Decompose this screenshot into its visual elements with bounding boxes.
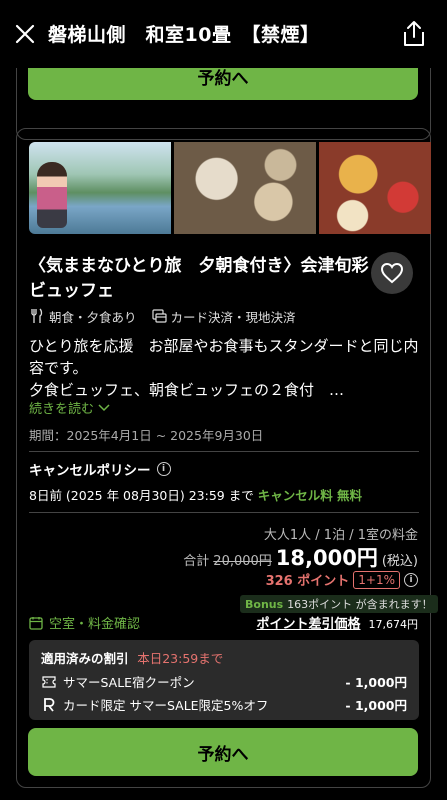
discount-row: サマーSALE宿クーポン - 1,000円 xyxy=(41,672,407,691)
bonus-label: Bonus xyxy=(245,597,284,611)
description-line-1: ひとり旅を応援 お部屋やお食事もスタンダードと同じ内容です。 xyxy=(29,337,419,377)
reserve-button[interactable]: 予約へ xyxy=(28,728,418,776)
divider xyxy=(29,512,419,513)
price-row: 合計 20,000円 18,000円 (税込) xyxy=(183,542,418,572)
discount-heading: 適用済みの割引 本日23:59まで xyxy=(41,648,223,667)
calendar-icon xyxy=(29,616,43,630)
discount-row: カード限定 サマーSALE限定5%オフ - 1,000円 xyxy=(41,695,407,714)
r-card-icon xyxy=(41,697,57,712)
chevron-down-icon xyxy=(98,403,110,411)
favorite-button[interactable] xyxy=(371,252,413,294)
photo-buffet-desserts[interactable] xyxy=(319,142,431,234)
person-figure xyxy=(37,162,67,228)
discount-label: カード限定 サマーSALE限定5%オフ xyxy=(63,698,269,713)
cancel-policy-text: 8日前 (2025 年 08月30日) 23:59 まで キャンセル料 無料 xyxy=(29,485,362,504)
read-more-label: 続きを読む xyxy=(29,402,95,417)
plan-description: ひとり旅を応援 お部屋やお食事もスタンダードと同じ内容です。 夕食ビュッフェ、朝… xyxy=(29,335,424,401)
point-deducted-value: 17,674円 xyxy=(368,618,419,631)
heart-icon xyxy=(380,262,404,284)
cancel-policy-title[interactable]: キャンセルポリシー i xyxy=(29,459,171,479)
plan-meta: 朝食・夕食あり カード決済・現地決済 xyxy=(29,306,296,326)
points-row: 326 ポイント 1+1% i xyxy=(266,570,418,589)
page-title: 磐梯山側 和室10畳 【禁煙】 xyxy=(48,24,320,46)
divider xyxy=(29,451,419,452)
payment-label: カード決済・現地決済 xyxy=(170,309,296,325)
coupon-icon xyxy=(41,675,57,688)
meal-label: 朝食・夕食あり xyxy=(49,309,137,325)
cancel-free-label: キャンセル料 無料 xyxy=(257,488,363,503)
discount-amount: - 1,000円 xyxy=(345,675,407,690)
plan-photo-gallery[interactable] xyxy=(29,142,431,234)
point-deducted-label[interactable]: ポイント差引価格 xyxy=(256,613,360,632)
info-icon[interactable]: i xyxy=(404,572,418,587)
points-rate-badge: 1+1% xyxy=(353,570,400,589)
price: 18,000円 xyxy=(275,546,378,570)
plan-period: 期間：2025年4月1日 ~ 2025年9月30日 xyxy=(29,428,264,443)
guest-summary: 大人1人 / 1泊 / 1室の料金 xyxy=(263,528,418,543)
points-value: 326 ポイント xyxy=(265,574,350,589)
discount-deadline: 本日23:59まで xyxy=(137,651,224,666)
tax-label: (税込) xyxy=(381,554,418,569)
info-icon[interactable]: i xyxy=(156,462,171,476)
availability-link[interactable]: 空室・料金確認 xyxy=(29,613,140,632)
bonus-text: 163ポイント が含まれます！ xyxy=(287,598,433,611)
original-price: 20,000円 xyxy=(213,554,272,569)
point-deducted-price: ポイント差引価格 17,674円 xyxy=(256,613,418,632)
discount-amount: - 1,000円 xyxy=(345,698,407,713)
applied-discounts-box: 適用済みの割引 本日23:59まで サマーSALE宿クーポン - 1,000円 … xyxy=(29,640,419,720)
photo-buffet-dishes[interactable] xyxy=(174,142,316,234)
availability-label: 空室・料金確認 xyxy=(49,617,141,632)
discount-heading-label: 適用済みの割引 xyxy=(41,651,129,666)
total-label: 合計 xyxy=(183,554,210,569)
share-icon[interactable] xyxy=(401,20,427,48)
app-header: 磐梯山側 和室10畳 【禁煙】 xyxy=(0,0,447,68)
cancel-deadline: 8日前 (2025 年 08月30日) 23:59 まで xyxy=(29,488,258,503)
photo-lake[interactable] xyxy=(29,142,171,234)
payment-icon xyxy=(151,309,167,323)
plan-title[interactable]: 〈気ままなひとり旅 夕朝食付き〉会津旬彩ビュッフェ xyxy=(29,254,369,304)
discount-label: サマーSALE宿クーポン xyxy=(63,675,195,690)
bonus-points-badge: Bonus 163ポイント が含まれます！ xyxy=(240,595,438,613)
close-icon[interactable] xyxy=(13,22,37,46)
cancel-policy-label: キャンセルポリシー xyxy=(29,463,151,479)
utensils-icon xyxy=(31,308,43,323)
read-more-link[interactable]: 続きを読む xyxy=(29,398,110,417)
